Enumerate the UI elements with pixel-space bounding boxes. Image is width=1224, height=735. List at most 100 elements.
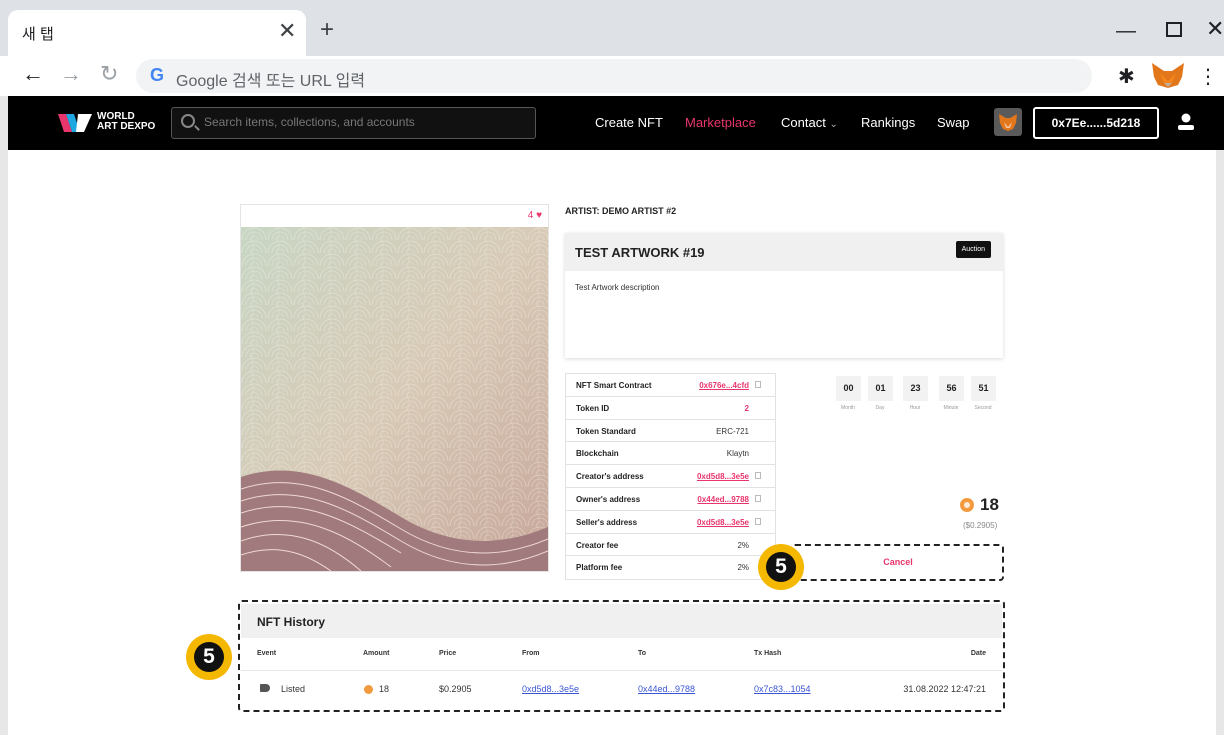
detail-value[interactable]: 0x676e...4cfd — [699, 381, 749, 390]
detail-value: Klaytn — [726, 449, 749, 459]
countdown-value: 56 — [939, 376, 964, 401]
detail-label: Creator's address — [576, 472, 644, 482]
detail-label: Token Standard — [576, 426, 636, 436]
tab-title: 새 탭 — [22, 26, 54, 43]
nft-history-header: NFT History — [241, 604, 1002, 638]
detail-label: Platform fee — [576, 563, 623, 573]
price-usd: ($0.2905) — [963, 521, 998, 530]
right-page-edge — [1216, 150, 1224, 735]
metamask-button[interactable] — [994, 108, 1022, 136]
history-cell-date: 31.08.2022 12:47:21 — [903, 684, 986, 694]
history-column-header: Date — [970, 650, 986, 657]
countdown-value: 01 — [868, 376, 893, 401]
artwork-image — [241, 227, 548, 571]
nav-rankings[interactable]: Rankings — [861, 115, 915, 130]
artist-name[interactable]: ARTIST: DEMO ARTIST #2 — [565, 206, 676, 216]
logo-text[interactable]: WORLD ART DEXPO — [97, 112, 155, 132]
history-column-header: Event — [257, 650, 277, 657]
detail-label: Blockchain — [576, 449, 619, 459]
detail-value: 2% — [737, 563, 749, 573]
user-icon[interactable] — [1176, 112, 1196, 132]
nav-contact[interactable]: Contact ⌄ — [781, 115, 838, 130]
new-tab-button[interactable]: + — [320, 18, 334, 42]
klay-coin-icon — [364, 685, 373, 694]
browser-tab[interactable]: 새 탭 ✕ — [8, 10, 306, 56]
detail-label: Token ID — [576, 403, 610, 413]
countdown-label: Hour — [909, 405, 921, 411]
detail-row: Creator's address 0xd5d8...3e5e — [566, 465, 775, 488]
history-column-header: To — [638, 650, 647, 657]
countdown-value: 00 — [836, 376, 861, 401]
extensions-icon[interactable]: ✱ — [1118, 64, 1135, 89]
history-cell-event: Listed — [281, 684, 306, 694]
history-cell-price: $0.2905 — [439, 684, 472, 694]
wallet-address-button[interactable]: 0x7Ee......5d218 — [1033, 107, 1159, 139]
countdown-label: Minute — [943, 405, 959, 411]
heart-icon: ♥ — [536, 210, 542, 221]
history-cell-amount: 18 — [379, 684, 390, 694]
detail-value[interactable]: 0xd5d8...3e5e — [697, 518, 749, 527]
window-close-icon[interactable]: ✕ — [1206, 16, 1224, 42]
like-count-value: 4 — [527, 210, 534, 221]
nav-create-nft[interactable]: Create NFT — [595, 115, 663, 130]
auction-badge: Auction — [955, 241, 991, 258]
reload-icon[interactable]: ↻ — [100, 61, 118, 87]
tab-close-icon[interactable]: ✕ — [278, 20, 296, 42]
step-marker-number: 5 — [194, 642, 224, 672]
detail-label: NFT Smart Contract — [576, 381, 652, 390]
browser-tab-bar: 새 탭 ✕ + — ✕ — [0, 0, 1224, 56]
copy-icon[interactable] — [755, 494, 761, 502]
world-art-dexpo-logo-icon[interactable] — [58, 112, 92, 134]
detail-value: 2% — [737, 540, 749, 550]
back-arrow-icon[interactable]: ← — [22, 61, 44, 87]
like-count[interactable]: 4 ♥ — [528, 210, 542, 221]
detail-label: Creator fee — [576, 540, 619, 550]
history-cell-tx[interactable]: 0x7c83...1054 — [754, 684, 811, 694]
tag-icon — [260, 684, 270, 692]
browser-menu-icon[interactable]: ⋮ — [1198, 64, 1218, 89]
copy-icon[interactable] — [755, 381, 761, 388]
countdown-label: Second — [974, 405, 992, 411]
history-cell-to[interactable]: 0x44ed...9788 — [638, 684, 695, 694]
artwork-title: TEST ARTWORK #19 — [575, 245, 705, 260]
search-input[interactable] — [204, 115, 524, 129]
step-marker-number: 5 — [766, 552, 796, 582]
klay-coin-icon — [960, 498, 974, 512]
detail-value[interactable]: 0x44ed...9788 — [697, 495, 749, 504]
metamask-fox-icon — [999, 114, 1017, 131]
copy-icon[interactable] — [755, 517, 761, 525]
detail-value: 2 — [744, 403, 749, 413]
copy-icon[interactable] — [755, 472, 761, 480]
detail-value[interactable]: 0xd5d8...3e5e — [697, 472, 749, 481]
detail-row: NFT Smart Contract 0x676e...4cfd — [566, 374, 775, 397]
step-marker: 5 — [758, 544, 804, 590]
artwork-title-bar: TEST ARTWORK #19 Auction — [565, 233, 1003, 271]
nav-swap[interactable]: Swap — [937, 115, 970, 130]
divider — [241, 670, 1002, 671]
nav-marketplace[interactable]: Marketplace — [685, 115, 756, 130]
detail-row: Creator fee 2% — [566, 534, 775, 557]
history-cell-from[interactable]: 0xd5d8...3e5e — [522, 684, 579, 694]
step-marker: 5 — [186, 634, 232, 680]
artwork-description: Test Artwork description — [575, 283, 660, 292]
artwork-info-card: TEST ARTWORK #19 Auction Test Artwork de… — [565, 233, 1003, 358]
google-icon: G — [150, 65, 165, 85]
address-bar-placeholder: Google 검색 또는 URL 입력 — [176, 73, 366, 90]
countdown-value: 23 — [903, 376, 928, 401]
site-header: WORLD ART DEXPO Create NFT Marketplace C… — [8, 96, 1224, 150]
search-box[interactable] — [171, 107, 536, 139]
maximize-icon[interactable] — [1166, 22, 1182, 37]
detail-row: Platform fee 2% — [566, 556, 775, 579]
cancel-button[interactable]: Cancel — [800, 549, 996, 576]
detail-label: Seller's address — [576, 517, 638, 527]
nft-history-panel: NFT History Event Amount Price From To Tx Has… — [241, 604, 1002, 709]
price-amount: 18 — [980, 495, 999, 514]
minimize-icon[interactable]: — — [1116, 20, 1136, 43]
history-column-header: From — [522, 650, 540, 657]
countdown-label: Day — [875, 405, 885, 411]
detail-row: Token ID 2 — [566, 397, 775, 420]
left-page-edge — [0, 96, 8, 735]
forward-arrow-icon[interactable]: → — [60, 61, 82, 87]
metamask-extension-icon[interactable] — [1148, 61, 1188, 89]
address-bar[interactable]: G Google 검색 또는 URL 입력 — [136, 59, 1092, 93]
